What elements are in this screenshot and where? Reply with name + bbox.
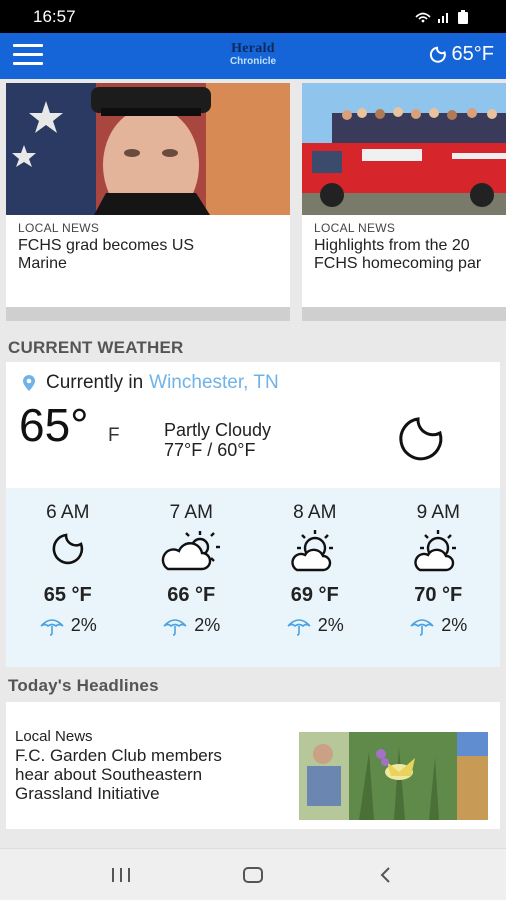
umbrella-icon <box>287 618 311 636</box>
system-status-icons <box>415 10 468 24</box>
weather-condition: Partly Cloudy 77°F / 60°F <box>164 420 271 460</box>
logo-line2: Chronicle <box>229 56 277 67</box>
hour-precipitation: 2% <box>130 615 254 636</box>
precip-chance: 2% <box>70 615 97 635</box>
hour-temperature: 70 °F <box>414 584 463 606</box>
hour-time: 8 AM <box>293 502 337 523</box>
hour-time: 9 AM <box>416 502 460 523</box>
menu-bar-icon <box>13 53 43 56</box>
current-weather-heading: CURRENT WEATHER <box>8 338 184 357</box>
headlines-heading: Today's Headlines <box>8 676 159 695</box>
hourly-forecast-item: 6 AM 65 °F 2% <box>6 488 130 667</box>
partly-sunny-icon <box>414 530 457 572</box>
weather-card[interactable]: Currently in Winchester, TN 65° F Partly… <box>6 362 500 667</box>
hourly-forecast: 6 AM 65 °F 2% 7 AM 66 °F 2% 8 AM 69 °F 2… <box>6 488 500 667</box>
recent-apps-icon[interactable] <box>110 867 132 883</box>
hour-precipitation: 2% <box>253 615 377 636</box>
status-bar: 16:57 <box>0 0 506 33</box>
back-icon[interactable] <box>378 866 392 884</box>
umbrella-icon <box>163 618 187 636</box>
story-title: Highlights from the 20 FCHS homecoming p… <box>314 237 482 272</box>
temperature-unit: F <box>108 425 120 446</box>
hourly-forecast-item: 7 AM 66 °F 2% <box>130 488 254 667</box>
headline-thumbnail <box>299 732 488 820</box>
location-city-link[interactable]: Winchester, TN <box>149 372 279 394</box>
story-image <box>6 83 290 215</box>
condition-text: Partly Cloudy <box>164 420 272 440</box>
location-pin-icon <box>23 375 35 391</box>
hi-lo-temps: 77°F / 60°F <box>164 440 256 460</box>
header-weather-button[interactable]: 65°F <box>428 43 494 66</box>
moon-icon <box>429 46 446 63</box>
system-navigation-bar <box>0 848 506 900</box>
story-image <box>302 83 506 215</box>
story-card[interactable]: LOCAL NEWS FCHS grad becomes US Marine <box>6 83 290 321</box>
hourly-forecast-item: 8 AM 69 °F 2% <box>253 488 377 667</box>
story-card-footer <box>6 307 290 321</box>
precip-chance: 2% <box>441 615 468 635</box>
currently-label: Currently in <box>46 372 144 393</box>
hour-time: 6 AM <box>46 502 90 523</box>
precip-chance: 2% <box>317 615 344 635</box>
cloud-sun-icon <box>162 531 221 571</box>
hour-precipitation: 2% <box>6 615 130 636</box>
headline-kicker: Local News <box>15 728 93 745</box>
headline-card[interactable]: Local News F.C. Garden Club members hear… <box>6 702 500 829</box>
moon-icon <box>399 417 443 461</box>
story-title: FCHS grad becomes US Marine <box>18 237 195 272</box>
hour-precipitation: 2% <box>377 615 501 636</box>
current-temperature: 65° <box>19 399 89 451</box>
header-temperature: 65°F <box>451 43 494 65</box>
hamburger-menu-button[interactable] <box>13 44 43 68</box>
menu-bar-icon <box>13 62 43 65</box>
app-logo[interactable]: Herald Chronicle <box>218 42 288 67</box>
partly-sunny-icon <box>291 530 333 572</box>
logo-line1: Herald <box>231 41 275 56</box>
hourly-forecast-item: 9 AM 70 °F 2% <box>377 488 501 667</box>
home-icon[interactable] <box>242 866 264 884</box>
moon-icon <box>52 533 83 565</box>
story-kicker: LOCAL NEWS <box>18 221 100 235</box>
story-card[interactable]: LOCAL NEWS Highlights from the 20 FCHS h… <box>302 83 506 321</box>
hour-temperature: 69 °F <box>290 584 339 606</box>
story-kicker: LOCAL NEWS <box>314 221 396 235</box>
hour-temperature: 66 °F <box>167 584 216 606</box>
hour-time: 7 AM <box>169 502 213 523</box>
headline-title: F.C. Garden Club members hear about Sout… <box>15 746 222 803</box>
umbrella-icon <box>40 618 64 636</box>
story-card-footer <box>302 307 506 321</box>
status-time: 16:57 <box>33 7 76 26</box>
precip-chance: 2% <box>194 615 221 635</box>
umbrella-icon <box>410 618 434 636</box>
app-bar: Herald Chronicle 65°F <box>0 33 506 79</box>
menu-bar-icon <box>13 44 43 47</box>
hour-temperature: 65 °F <box>43 584 92 606</box>
top-stories-carousel[interactable]: LOCAL NEWS FCHS grad becomes US Marine L… <box>6 83 506 321</box>
weather-location: Currently in Winchester, TN <box>22 372 279 394</box>
